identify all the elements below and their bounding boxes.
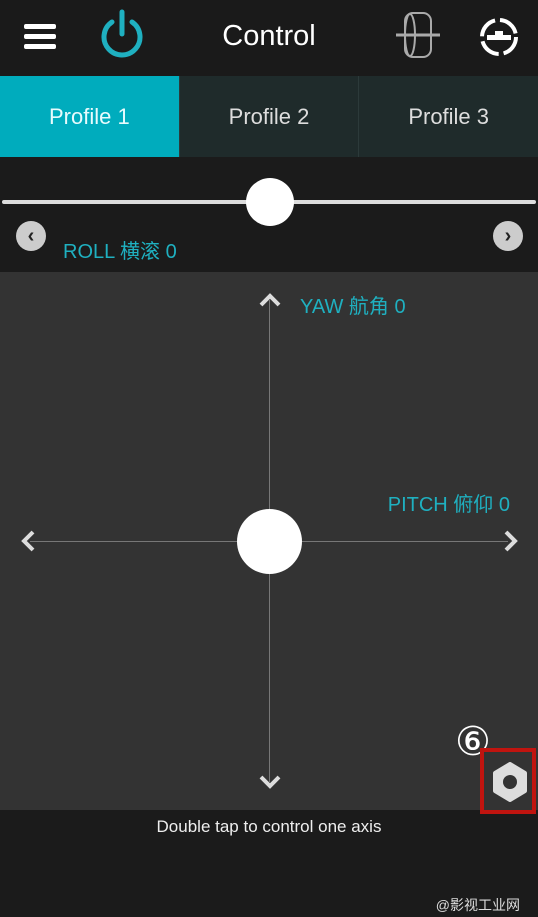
chevron-right-icon — [504, 530, 518, 552]
tab-profile-1[interactable]: Profile 1 — [0, 76, 179, 157]
page-title: Control — [222, 20, 316, 52]
roll-left-button[interactable]: ‹ — [16, 221, 46, 251]
joystick-knob[interactable] — [237, 509, 302, 574]
chevron-down-icon — [259, 775, 281, 789]
hint-text: Double tap to control one axis — [156, 817, 382, 836]
gimbal-motor-icon[interactable] — [395, 10, 441, 60]
gear-icon[interactable] — [490, 762, 530, 802]
roll-slider-knob[interactable] — [246, 178, 294, 226]
roll-label: ROLL 横滚 0 — [63, 241, 177, 263]
chevron-up-icon — [259, 293, 281, 307]
profile-tabs: Profile 1 Profile 2 Profile 3 — [0, 76, 538, 157]
tab-profile-3[interactable]: Profile 3 — [358, 76, 538, 157]
roll-right-button[interactable]: › — [493, 221, 523, 251]
top-bar: Control — [0, 0, 538, 76]
chevron-left-icon — [21, 530, 35, 552]
chevron-right-icon: › — [504, 224, 512, 247]
watermark: @影视工业网 — [435, 897, 520, 913]
joystick-pad[interactable]: YAW 航角 0 PITCH 俯仰 0 ⑥ — [0, 272, 538, 814]
tab-profile-2[interactable]: Profile 2 — [178, 76, 359, 157]
yaw-label: YAW 航角 0 — [300, 296, 406, 318]
pitch-label: PITCH 俯仰 0 — [387, 494, 510, 516]
chevron-left-icon: ‹ — [27, 224, 35, 247]
calibration-icon[interactable] — [478, 16, 520, 58]
